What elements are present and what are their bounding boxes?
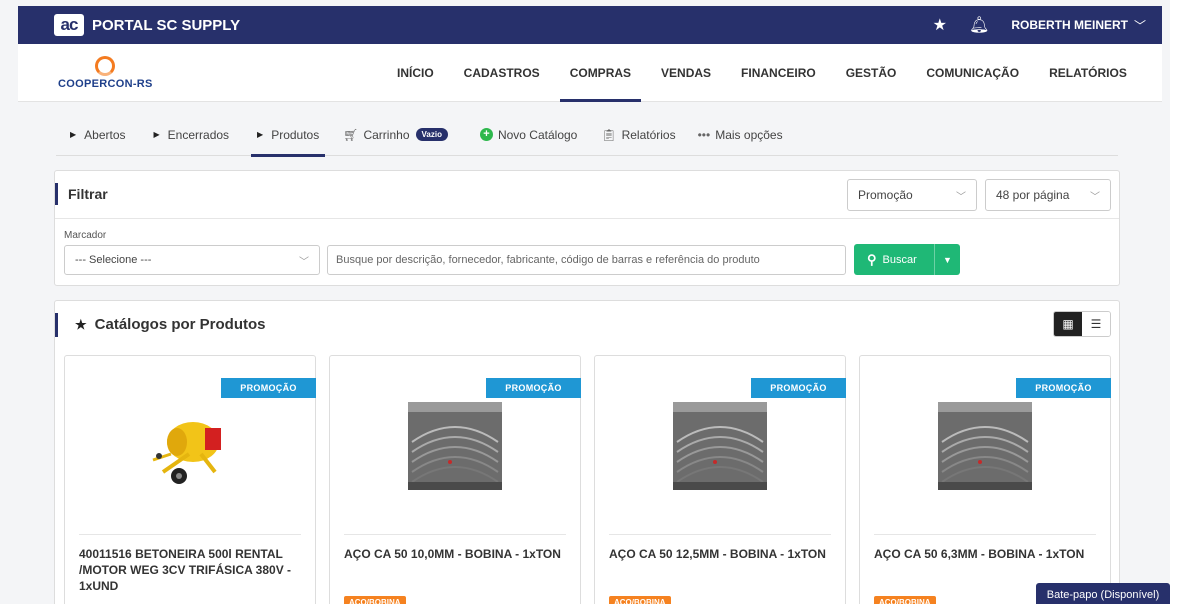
subnav-produtos[interactable]: ▶ Produtos <box>251 114 326 157</box>
product-card[interactable]: PROMOÇÃO AÇO CA 50 12,5MM - BOBINA - 1xT… <box>594 355 846 604</box>
card-divider <box>874 534 1096 535</box>
search-icon: ⚲ <box>867 251 877 267</box>
menu-gestao[interactable]: GESTÃO <box>846 44 897 102</box>
search-input[interactable] <box>327 245 846 275</box>
menu-inicio[interactable]: INÍCIO <box>397 44 434 102</box>
product-title[interactable]: AÇO CA 50 12,5MM - BOBINA - 1xTON <box>609 546 837 562</box>
steel-coil-image <box>408 402 502 490</box>
concrete-mixer-image <box>152 422 221 484</box>
promo-badge: PROMOÇÃO <box>1016 378 1111 398</box>
filter-header: Filtrar Promoção ﹀ 48 por página ﹀ <box>55 171 1119 219</box>
chevron-down-icon: ﹀ <box>956 191 966 203</box>
user-menu[interactable]: ROBERTH MEINERT <box>1011 18 1128 32</box>
bell-icon[interactable]: 🔔︎ <box>969 15 989 35</box>
product-card[interactable]: PROMOÇÃO AÇO CA 50 10,0MM - BOBINA - 1xT… <box>329 355 581 604</box>
marcador-select-value: --- Selecione --- <box>75 254 152 266</box>
star-icon[interactable]: ★ <box>933 15 947 35</box>
subnav-encerrados[interactable]: ▶ Encerrados <box>154 114 230 156</box>
category-tag[interactable]: AÇO/BOBINA <box>609 596 671 604</box>
clipboard-icon: 📋︎ <box>601 127 617 142</box>
filter-title: Filtrar <box>55 183 108 205</box>
main-nav: COOPERCON-RS INÍCIO CADASTROS COMPRAS VE… <box>18 44 1162 102</box>
subnav-produtos-label: Produtos <box>271 127 320 142</box>
search-button[interactable]: ⚲ Buscar ▼ <box>854 244 960 275</box>
chevron-down-icon: ﹀ <box>299 256 309 268</box>
product-title[interactable]: 40011516 BETONEIRA 500l RENTAL /MOTOR WE… <box>79 546 307 594</box>
steel-coil-image <box>673 402 767 490</box>
per-page-select-value: 48 por página <box>996 188 1070 202</box>
coopercon-logo[interactable]: COOPERCON-RS <box>58 55 153 90</box>
catalog-panel: ★ Catálogos por Produtos ▦ ☰ PROMOÇÃO 40… <box>54 300 1120 604</box>
promo-badge: PROMOÇÃO <box>751 378 846 398</box>
catalog-title-text: Catálogos por Produtos <box>94 316 266 333</box>
menu-comunicacao[interactable]: COMUNICAÇÃO <box>926 44 1019 102</box>
sub-nav: ▶ Abertos ▶ Encerrados ▶ Produtos 🛒︎ Car… <box>56 114 1118 157</box>
card-divider <box>344 534 566 535</box>
subnav-novo-catalogo[interactable]: + Novo Catálogo <box>479 114 578 156</box>
filter-panel: Filtrar Promoção ﹀ 48 por página ﹀ Marca… <box>54 170 1120 286</box>
coopercon-mark-icon <box>95 55 116 76</box>
chevron-down-icon: ﹀ <box>1090 191 1100 203</box>
view-toggle: ▦ ☰ <box>1053 311 1111 337</box>
chat-button[interactable]: Bate-papo (Disponível) <box>1036 583 1170 604</box>
star-icon: ★ <box>75 317 87 332</box>
marcador-label: Marcador <box>64 230 107 241</box>
menu-financeiro[interactable]: FINANCEIRO <box>741 44 816 102</box>
more-dots-icon: ••• <box>697 127 711 142</box>
menu-cadastros[interactable]: CADASTROS <box>464 44 540 102</box>
subnav-abertos[interactable]: ▶ Abertos <box>70 114 126 156</box>
topbar-actions: ★ 🔔︎ ROBERTH MEINERT ﹀ <box>933 15 1146 35</box>
cart-status-badge: Vazio <box>415 128 448 141</box>
caret-right-icon: ▶ <box>70 130 77 139</box>
product-title[interactable]: AÇO CA 50 6,3MM - BOBINA - 1xTON <box>874 546 1102 562</box>
subnav-relatorios-label: Relatórios <box>621 127 676 142</box>
subnav-abertos-label: Abertos <box>84 127 126 142</box>
sort-select[interactable]: Promoção ﹀ <box>847 179 977 211</box>
sort-select-value: Promoção <box>858 188 913 202</box>
cart-icon: 🛒︎ <box>343 127 359 142</box>
per-page-select[interactable]: 48 por página ﹀ <box>985 179 1111 211</box>
coopercon-name: COOPERCON-RS <box>58 77 153 90</box>
promo-badge: PROMOÇÃO <box>486 378 581 398</box>
subnav-relatorios[interactable]: 📋︎ Relatórios <box>601 114 675 156</box>
subnav-novo-catalogo-label: Novo Catálogo <box>497 127 578 142</box>
subnav-encerrados-label: Encerrados <box>167 127 230 142</box>
caret-right-icon: ▶ <box>153 130 160 139</box>
product-card[interactable]: PROMOÇÃO AÇO CA 50 6,3MM - BOBINA - 1xTO… <box>859 355 1111 604</box>
portal-logo[interactable]: ac <box>54 14 84 36</box>
plus-circle-icon: + <box>479 128 493 141</box>
product-card[interactable]: PROMOÇÃO 40011516 BETONEIRA 500l RENTAL … <box>64 355 316 604</box>
subnav-carrinho[interactable]: 🛒︎ Carrinho Vazio <box>343 114 448 156</box>
steel-coil-image <box>938 402 1032 490</box>
list-view-icon[interactable]: ☰ <box>1082 312 1110 336</box>
card-divider <box>609 534 831 535</box>
menu-compras[interactable]: COMPRAS <box>559 44 642 102</box>
portal-title[interactable]: PORTAL SC SUPPLY <box>92 17 240 34</box>
caret-down-icon[interactable]: ▼ <box>934 244 960 275</box>
filter-body: Marcador --- Selecione --- ﹀ ⚲ Buscar ▼ <box>55 219 1119 285</box>
subnav-carrinho-label: Carrinho <box>363 127 410 142</box>
subnav-mais-opcoes[interactable]: ••• Mais opções <box>698 114 783 156</box>
page-edge <box>1170 0 1178 604</box>
catalog-title: ★ Catálogos por Produtos <box>55 313 266 337</box>
card-divider <box>79 534 301 535</box>
promo-badge: PROMOÇÃO <box>221 378 316 398</box>
menu-relatorios[interactable]: RELATÓRIOS <box>1049 44 1127 102</box>
menu-vendas[interactable]: VENDAS <box>661 44 711 102</box>
subnav-mais-opcoes-label: Mais opções <box>715 127 783 142</box>
grid-view-icon[interactable]: ▦ <box>1054 312 1082 336</box>
top-bar: ac PORTAL SC SUPPLY ★ 🔔︎ ROBERTH MEINERT… <box>18 6 1162 44</box>
category-tag[interactable]: AÇO/BOBINA <box>344 596 406 604</box>
marcador-select[interactable]: --- Selecione --- ﹀ <box>64 245 320 275</box>
category-tag[interactable]: AÇO/BOBINA <box>874 596 936 604</box>
caret-right-icon: ▶ <box>257 130 264 139</box>
search-button-label: Buscar <box>882 253 917 266</box>
chevron-down-icon[interactable]: ﹀ <box>1134 17 1146 34</box>
product-title[interactable]: AÇO CA 50 10,0MM - BOBINA - 1xTON <box>344 546 572 562</box>
main-menu: INÍCIO CADASTROS COMPRAS VENDAS FINANCEI… <box>397 44 1157 102</box>
